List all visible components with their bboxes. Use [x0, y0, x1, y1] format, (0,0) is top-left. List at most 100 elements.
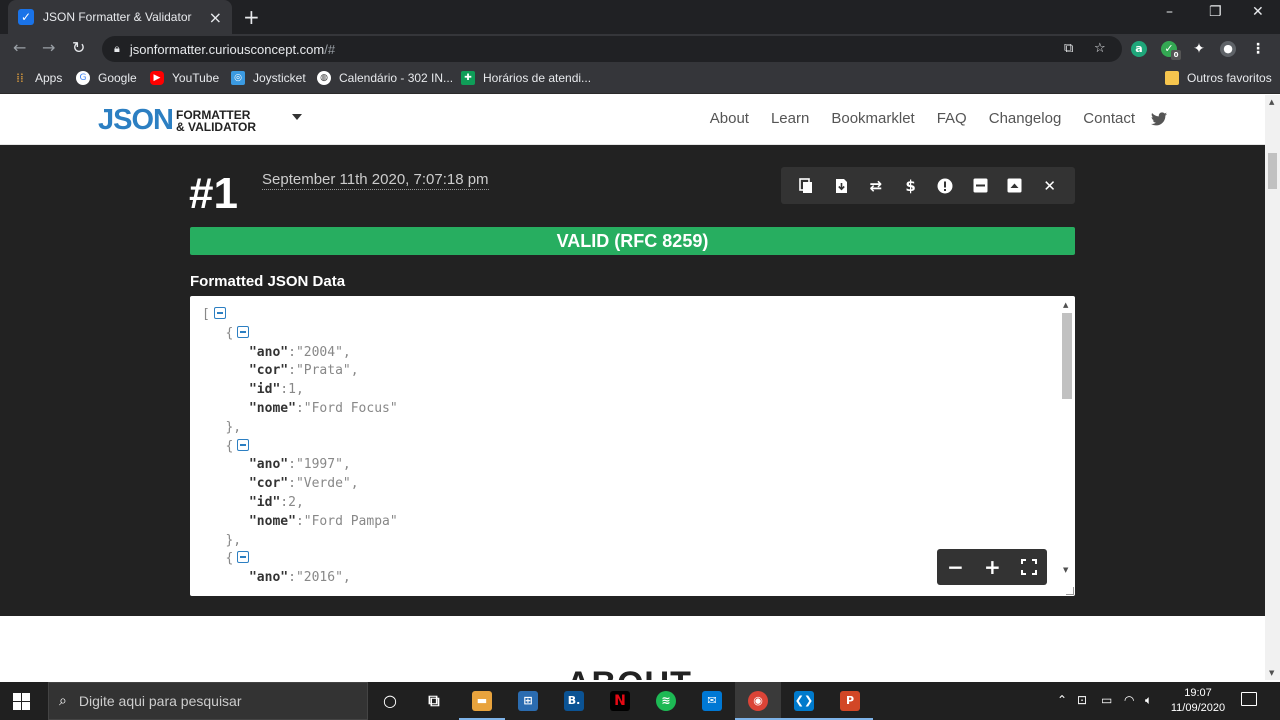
- apps-grid-icon: ⁞⁞: [16, 71, 24, 85]
- code-line: "ano":"2016",: [248, 570, 351, 586]
- taskbar-search-box[interactable]: ⌕ Digite aqui para pesquisar: [48, 682, 368, 720]
- minimize-button[interactable]: –: [1166, 4, 1173, 20]
- retweet-icon[interactable]: ⇄: [867, 177, 885, 195]
- sheets-icon: ✚: [461, 71, 475, 85]
- tab-title: JSON Formatter & Validator: [43, 10, 192, 24]
- powerpoint-icon[interactable]: P: [840, 691, 860, 711]
- browser-toolbar: ← → ↻ 🔒︎ jsonformatter.curiousconcept.co…: [0, 34, 1280, 64]
- close-window-button[interactable]: ✕: [1252, 4, 1264, 20]
- tray-chevron-up-icon[interactable]: ⌃: [1057, 693, 1067, 707]
- chevron-down-icon[interactable]: [292, 114, 302, 120]
- translate-icon[interactable]: ⧉: [1064, 41, 1073, 56]
- twitter-icon[interactable]: [1151, 111, 1167, 126]
- new-tab-button[interactable]: +: [243, 5, 260, 29]
- code-line: [: [202, 306, 398, 325]
- scroll-up-arrow-icon[interactable]: ▲: [1063, 301, 1068, 309]
- editor-scrollbar-thumb[interactable]: [1062, 313, 1072, 399]
- battery-icon[interactable]: ▭: [1101, 693, 1112, 707]
- download-icon[interactable]: [832, 177, 850, 195]
- nav-contact[interactable]: Contact: [1083, 110, 1135, 127]
- url-text: jsonformatter.curiousconcept.com/#: [129, 41, 336, 57]
- file-explorer-icon[interactable]: ▬: [472, 691, 492, 711]
- vscode-icon[interactable]: ❮❯: [794, 691, 814, 711]
- fullscreen-icon[interactable]: [1020, 559, 1037, 575]
- folder-icon: [1165, 71, 1179, 85]
- extensions-puzzle-icon[interactable]: ✦: [1191, 41, 1207, 57]
- profile-avatar[interactable]: ●: [1220, 41, 1236, 57]
- system-clock[interactable]: 19:07 11/09/2020: [1168, 686, 1228, 716]
- scroll-up-arrow-icon[interactable]: ▲: [1269, 98, 1274, 106]
- nav-about[interactable]: About: [710, 110, 749, 127]
- bookmark-youtube[interactable]: ▶ YouTube: [150, 71, 219, 85]
- bookmark-other-folder[interactable]: Outros favoritos: [1165, 71, 1272, 85]
- reload-button[interactable]: ↻: [72, 38, 85, 57]
- minimize-box-icon[interactable]: [971, 177, 989, 195]
- editor-scrollbar[interactable]: ▲ ▼: [1060, 298, 1073, 594]
- code-line: },: [225, 532, 242, 548]
- spotify-icon[interactable]: ≋: [656, 691, 676, 711]
- page-scrollbar-thumb[interactable]: [1268, 153, 1277, 189]
- bookmark-apps[interactable]: ⁞⁞ Apps: [13, 71, 62, 85]
- chrome-icon[interactable]: ◉: [748, 691, 768, 711]
- tray-app-icon[interactable]: ⊡: [1077, 693, 1087, 707]
- extension-a-icon[interactable]: a: [1131, 41, 1147, 57]
- collapse-array-toggle[interactable]: [213, 307, 226, 319]
- close-tab-icon[interactable]: ×: [209, 8, 222, 27]
- forward-button[interactable]: →: [42, 38, 55, 57]
- nav-bookmarklet[interactable]: Bookmarklet: [831, 110, 914, 127]
- page-scrollbar[interactable]: ▲ ▼: [1265, 95, 1280, 680]
- code-line: "cor":"Verde",: [248, 476, 359, 492]
- nav-faq[interactable]: FAQ: [937, 110, 967, 127]
- windows-start-icon[interactable]: [13, 693, 30, 710]
- dollar-icon[interactable]: $: [902, 177, 920, 195]
- bookmark-calendario[interactable]: ◍ Calendário - 302 IN...: [317, 71, 453, 85]
- close-icon[interactable]: ✕: [1041, 177, 1059, 195]
- volume-icon[interactable]: 🔈︎: [1145, 693, 1152, 708]
- microsoft-store-icon[interactable]: ⊞: [518, 691, 538, 711]
- bookmark-joysticket[interactable]: ◎ Joysticket: [231, 71, 306, 85]
- menu-dots-icon[interactable]: ⋮: [1250, 41, 1266, 57]
- bookmark-star-icon[interactable]: ☆: [1094, 41, 1106, 56]
- resize-grip[interactable]: [1066, 587, 1074, 595]
- collapse-box-icon[interactable]: [1006, 177, 1024, 195]
- task-view-icon[interactable]: ⧉: [424, 691, 444, 711]
- cortana-icon[interactable]: ○: [380, 691, 400, 711]
- netflix-icon[interactable]: N: [610, 691, 630, 711]
- browser-tab[interactable]: ✓ JSON Formatter & Validator ×: [8, 0, 232, 34]
- zoom-out-button[interactable]: −: [947, 555, 964, 579]
- code-line: "nome":"Ford Focus": [248, 400, 398, 416]
- back-button[interactable]: ←: [13, 38, 26, 57]
- mail-icon[interactable]: ✉: [702, 691, 722, 711]
- result-timestamp[interactable]: September 11th 2020, 7:07:18 pm: [262, 171, 489, 190]
- json-editor[interactable]: [ { "ano":"2004", "cor":"Prata", "id":1,…: [190, 296, 1075, 596]
- bookmark-google[interactable]: G Google: [76, 71, 137, 85]
- address-bar[interactable]: 🔒︎ jsonformatter.curiousconcept.com/# ⧉ …: [102, 36, 1122, 62]
- code-line: "ano":"2004",: [248, 344, 351, 360]
- bookmark-horarios[interactable]: ✚ Horários de atendi...: [461, 71, 591, 85]
- notification-center-icon[interactable]: [1241, 692, 1257, 706]
- code-line: "ano":"1997",: [248, 457, 351, 473]
- alert-icon[interactable]: [936, 177, 954, 195]
- collapse-object-toggle[interactable]: [237, 438, 250, 451]
- search-icon: ⌕: [59, 693, 67, 709]
- about-section-heading: ABOUT: [566, 665, 692, 680]
- wifi-icon[interactable]: ◠: [1124, 693, 1134, 707]
- nav-learn[interactable]: Learn: [771, 110, 809, 127]
- zoom-in-button[interactable]: +: [984, 555, 1001, 579]
- bizagi-icon[interactable]: B.: [564, 691, 584, 711]
- scroll-down-arrow-icon[interactable]: ▼: [1063, 566, 1068, 574]
- youtube-icon: ▶: [150, 71, 164, 85]
- copy-icon[interactable]: [797, 177, 815, 195]
- collapse-object-toggle[interactable]: [237, 325, 250, 338]
- validation-status-bar: VALID (RFC 8259): [190, 227, 1075, 255]
- code-line: "cor":"Prata",: [248, 363, 359, 379]
- maximize-button[interactable]: ❐: [1209, 4, 1222, 20]
- browser-tab-bar: ✓ JSON Formatter & Validator × + – ❐ ✕: [0, 0, 1280, 34]
- scroll-down-arrow-icon[interactable]: ▼: [1269, 669, 1274, 677]
- site-logo[interactable]: JSON FORMATTER & VALIDATOR: [98, 104, 256, 137]
- nav-changelog[interactable]: Changelog: [989, 110, 1062, 127]
- collapse-object-toggle[interactable]: [237, 551, 250, 564]
- web-page: JSON FORMATTER & VALIDATOR About Learn Bo…: [0, 95, 1265, 680]
- code-line: {: [202, 438, 398, 457]
- google-icon: G: [76, 71, 90, 85]
